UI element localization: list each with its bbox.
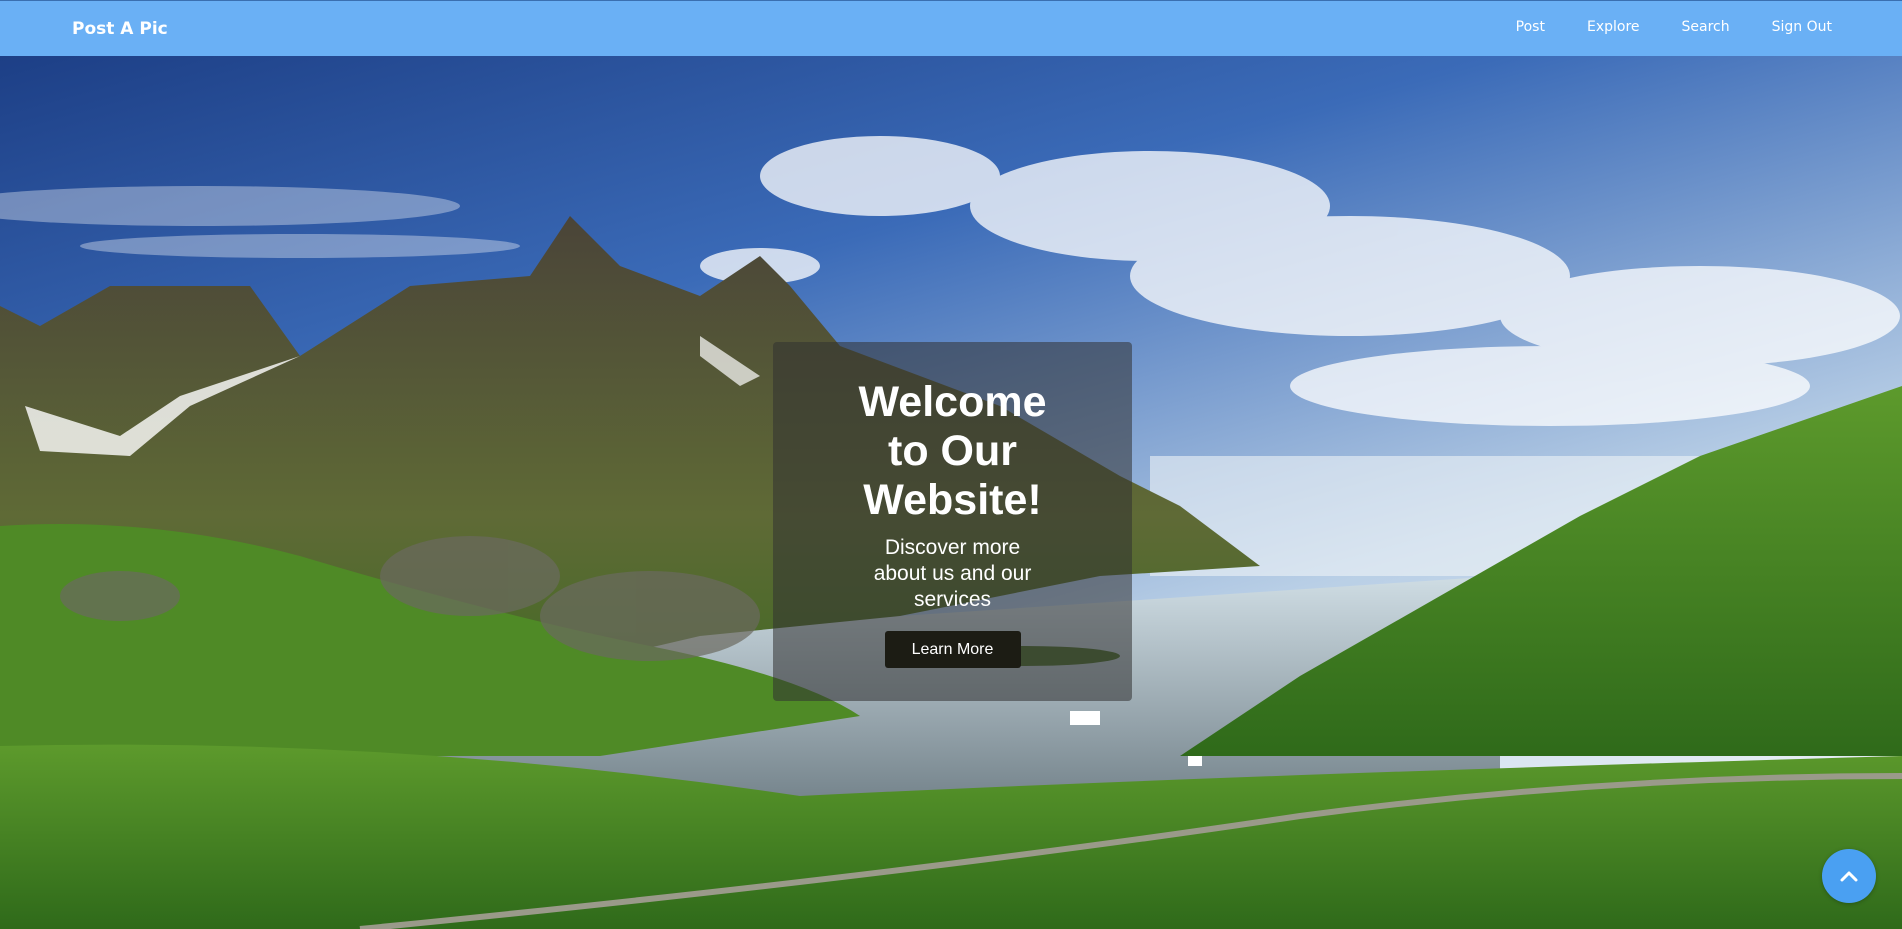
scroll-to-top-button[interactable]: [1822, 849, 1876, 903]
chevron-up-icon: [1840, 871, 1858, 882]
nav-link-search[interactable]: Search: [1682, 19, 1730, 35]
nav-link-post[interactable]: Post: [1516, 19, 1545, 35]
navbar: Post A Pic Post Explore Search Sign Out: [0, 0, 1902, 56]
hero-title: Welcome to Our Website!: [858, 378, 1047, 524]
nav-links: Post Explore Search Sign Out: [1516, 19, 1832, 35]
brand-logo-link[interactable]: Post A Pic: [72, 19, 168, 39]
hero-section: Welcome to Our Website! Discover more ab…: [0, 56, 1902, 929]
nav-link-sign-out[interactable]: Sign Out: [1772, 19, 1832, 35]
welcome-card: Welcome to Our Website! Discover more ab…: [773, 342, 1132, 701]
learn-more-button[interactable]: Learn More: [884, 631, 1021, 668]
nav-link-explore[interactable]: Explore: [1587, 19, 1640, 35]
hero-subtitle: Discover more about us and our services: [873, 536, 1032, 611]
